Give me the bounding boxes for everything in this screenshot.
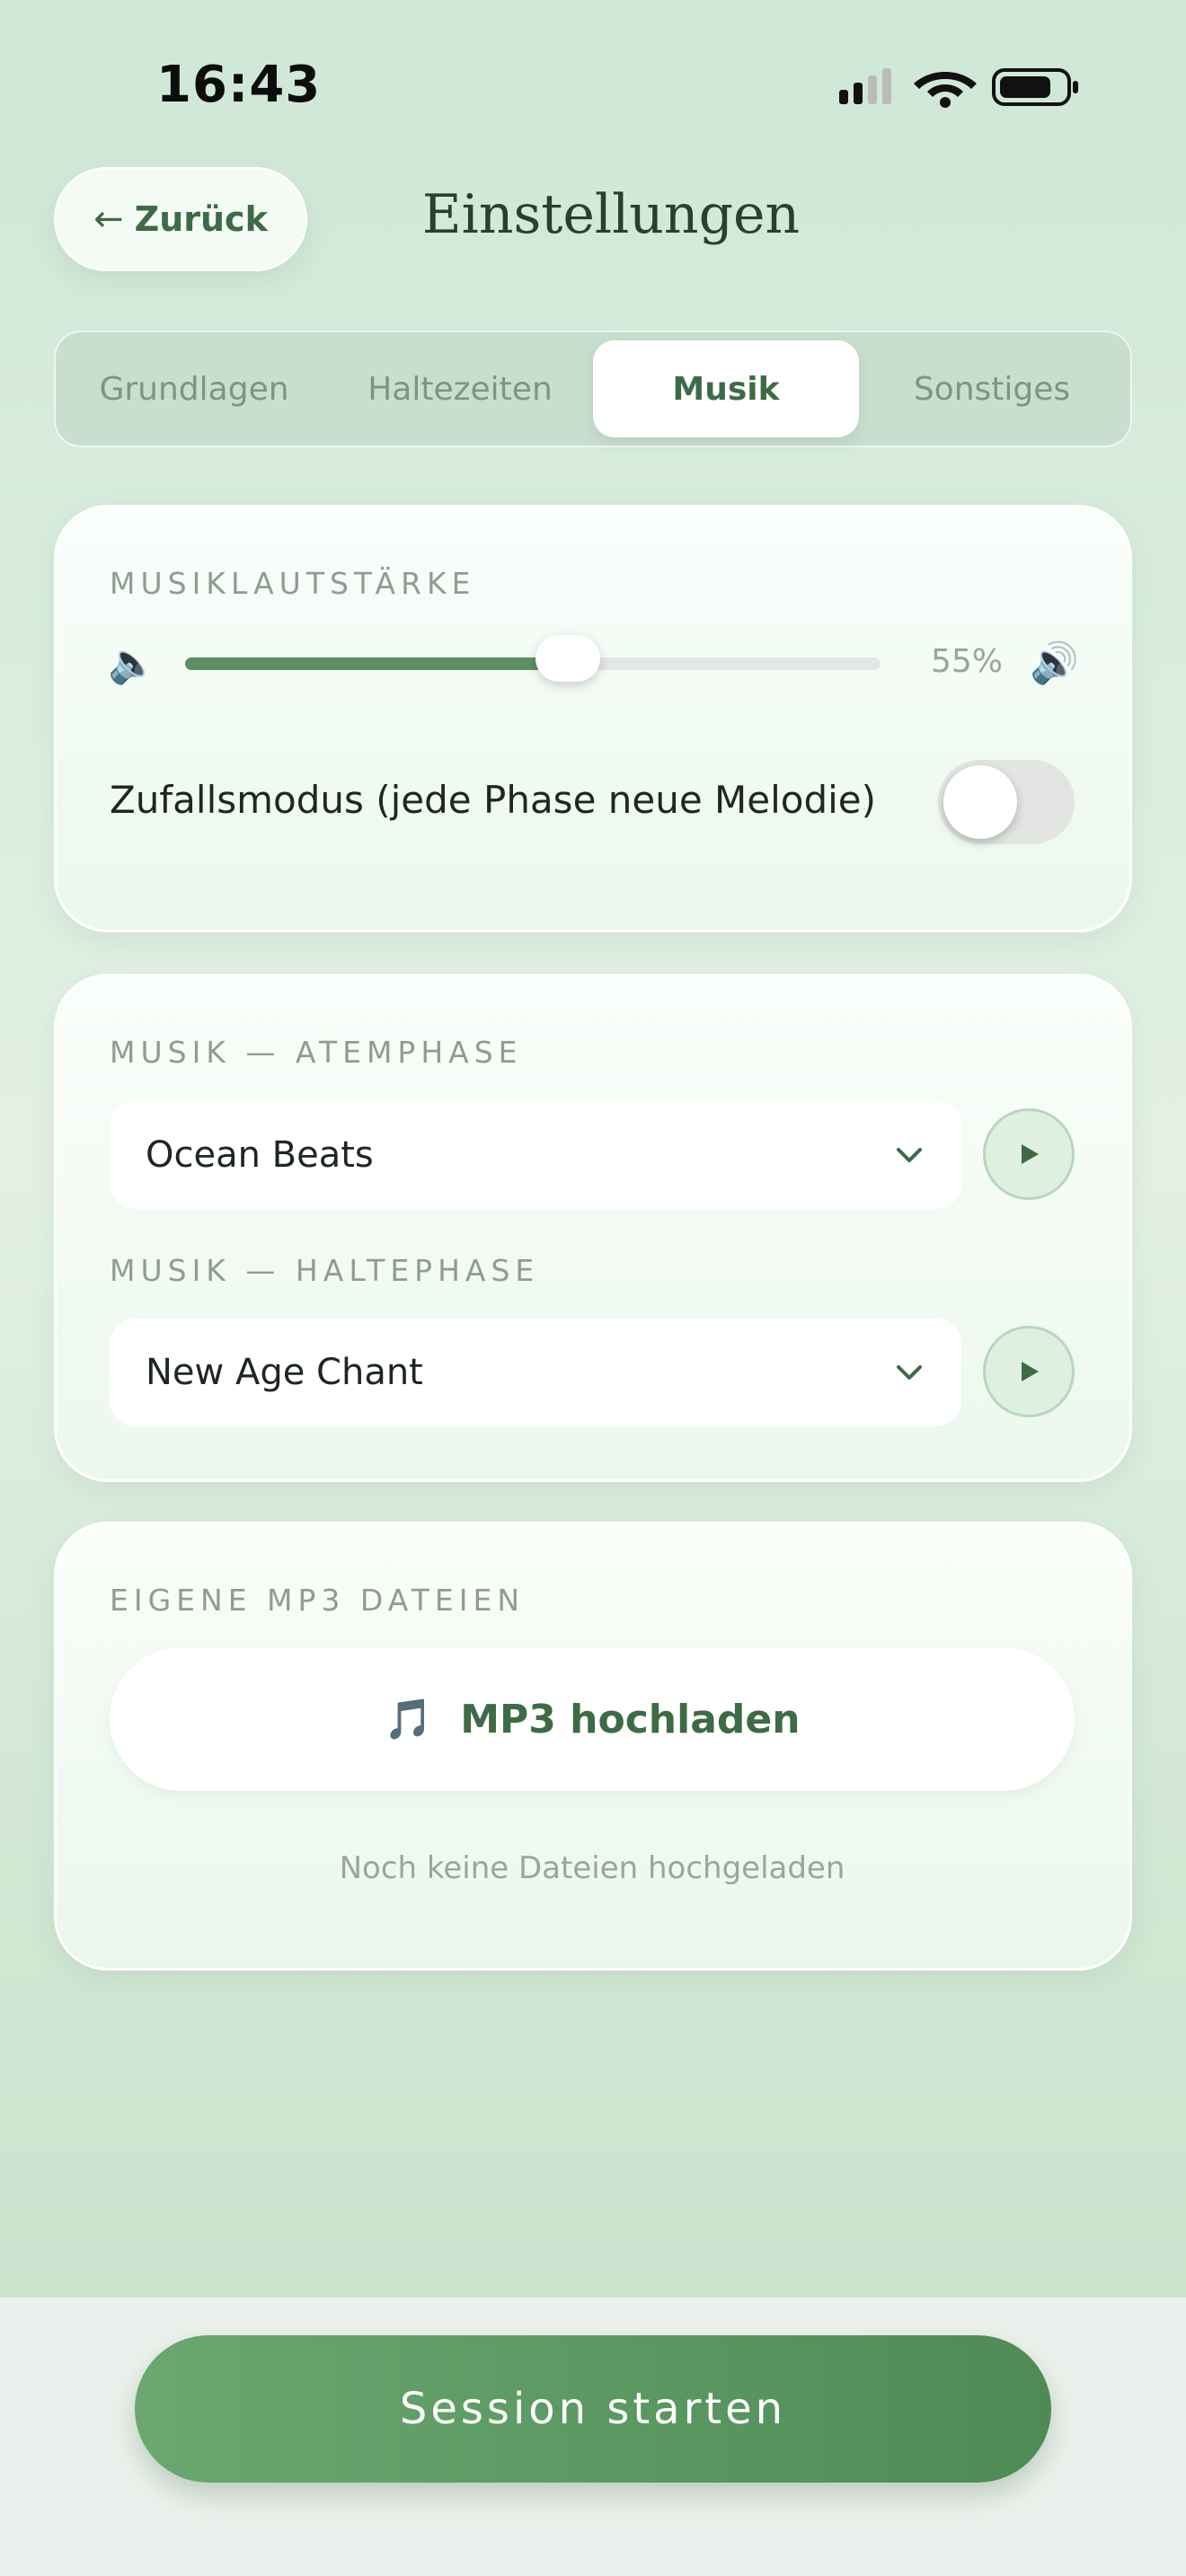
speaker-high-icon: 🔊 <box>1030 640 1079 686</box>
music-note-icon: 🎵 <box>384 1697 434 1742</box>
volume-slider-fill <box>185 657 568 670</box>
battery-icon <box>992 68 1078 106</box>
breath-music-label: MUSIK — ATEMPHASE <box>110 1035 523 1070</box>
tab-musik[interactable]: Musik <box>593 340 859 437</box>
settings-tabs: Grundlagen Haltezeiten Musik Sonstiges <box>54 331 1132 447</box>
mp3-upload-label: MP3 hochladen <box>460 1696 801 1742</box>
mp3-upload-button[interactable]: 🎵 MP3 hochladen <box>110 1647 1075 1791</box>
play-icon <box>1022 1144 1039 1164</box>
tab-sonstiges[interactable]: Sonstiges <box>859 340 1125 437</box>
hold-music-value: New Age Chant <box>146 1352 423 1393</box>
chevron-down-icon <box>897 1148 922 1162</box>
shuffle-toggle[interactable] <box>938 760 1075 844</box>
volume-slider-handle[interactable] <box>535 635 600 682</box>
tab-haltezeiten[interactable]: Haltezeiten <box>327 340 593 437</box>
speaker-low-icon: 🔈 <box>108 640 157 686</box>
arrow-left-icon: ← <box>93 198 124 240</box>
wifi-icon <box>914 72 977 108</box>
breath-music-play-button[interactable] <box>983 1108 1075 1200</box>
status-icons <box>839 68 1078 108</box>
volume-value: 55% <box>930 643 1003 680</box>
hold-music-select[interactable]: New Age Chant <box>110 1319 961 1426</box>
tab-grundlagen[interactable]: Grundlagen <box>61 340 327 437</box>
signal-icon <box>839 68 891 104</box>
mp3-section-label: EIGENE MP3 DATEIEN <box>110 1583 526 1618</box>
back-button-label: Zurück <box>134 199 268 239</box>
chevron-down-icon <box>897 1365 922 1380</box>
volume-slider[interactable] <box>185 635 881 682</box>
back-button[interactable]: ← Zurück <box>54 167 307 271</box>
breath-music-select[interactable]: Ocean Beats <box>110 1101 961 1209</box>
volume-section-label: MUSIKLAUTSTÄRKE <box>110 566 476 601</box>
page-title: Einstellungen <box>421 183 801 246</box>
shuffle-label: Zufallsmodus (jede Phase neue Melodie) <box>110 778 877 822</box>
hold-music-play-button[interactable] <box>983 1326 1075 1417</box>
hold-music-label: MUSIK — HALTEPHASE <box>110 1253 540 1288</box>
play-icon <box>1022 1362 1039 1381</box>
mp3-empty-note: Noch keine Dateien hochgeladen <box>339 1850 845 1886</box>
shuffle-toggle-knob <box>943 765 1017 839</box>
breath-music-value: Ocean Beats <box>146 1134 374 1176</box>
start-session-button[interactable]: Session starten <box>135 2335 1051 2483</box>
status-time: 16:43 <box>156 56 322 114</box>
